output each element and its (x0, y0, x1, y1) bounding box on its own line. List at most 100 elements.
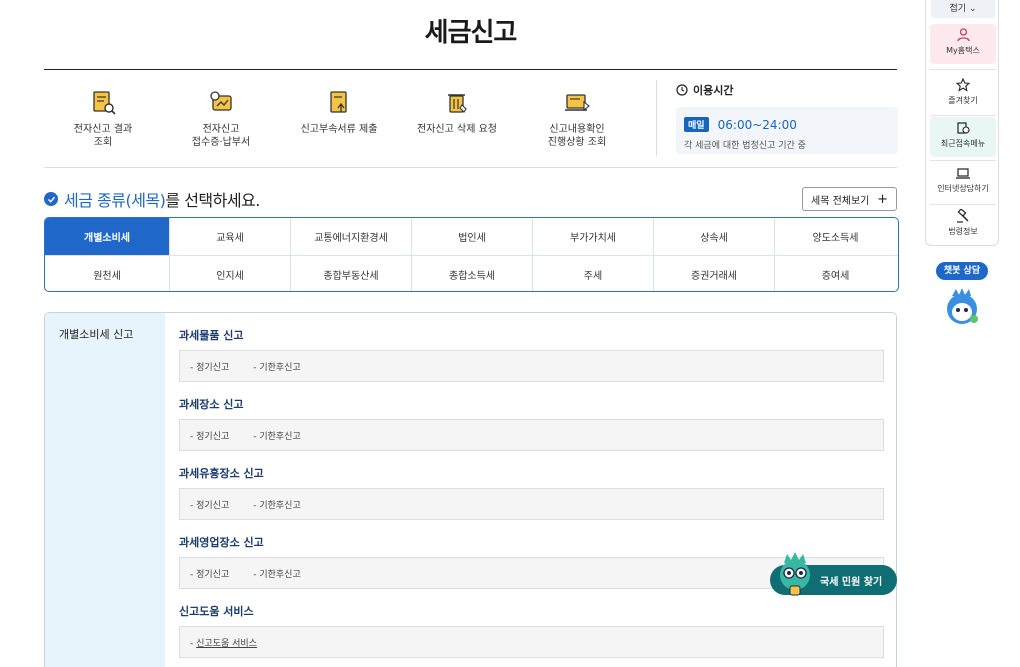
favorites-link[interactable]: 즐겨찾기 (930, 74, 996, 114)
filing-link-label: 정기신고 (196, 362, 230, 373)
quick-item-attach[interactable]: 신고부속서류 제출 (280, 88, 398, 136)
tab-row2-4[interactable]: 주세 (532, 256, 653, 291)
tax-filing-panel: 개별소비세 신고 과세물품 신고 - 정기신고 - 기한후신고 과세장소 신고 - 정기… (44, 312, 897, 667)
tab-row2-5[interactable]: 증권거래세 (653, 256, 774, 291)
filing-link[interactable]: - 정기신고 (190, 360, 229, 373)
heading-rest: 를 선택하세요. (165, 191, 260, 210)
quick-item-label: 전자신고 삭제 요청 (417, 124, 497, 135)
filing-link-label: 정기신고 (196, 569, 230, 580)
recent-menu-link[interactable]: 최근접속메뉴 (930, 117, 996, 157)
star-icon (956, 78, 970, 92)
tab-row: 원천세 인지세 종합부동산세 종합소득세 주세 증권거래세 증여세 (45, 255, 898, 291)
panel-side-label: 개별소비세 신고 (45, 313, 165, 667)
filing-link-label: 정기신고 (196, 500, 230, 511)
filing-group-links: - 정기신고 - 기한후신고 (179, 488, 884, 520)
check-circle-icon (44, 192, 58, 206)
filing-link[interactable]: - 신고도움 서비스 (190, 636, 257, 649)
page-title: 세금신고 (424, 18, 518, 48)
tab-row1-2[interactable]: 교통에너지환경세 (290, 218, 411, 255)
quick-item-label: 전자신고 접수증·납부서 (191, 124, 251, 148)
plus-icon: + (877, 191, 888, 207)
filing-group-title: 과세유흥장소 신고 (179, 467, 264, 480)
tab-row2-2[interactable]: 종합부동산세 (290, 256, 411, 291)
chatbot-button[interactable]: 챗봇 상담 (936, 262, 988, 332)
page: 세금신고 전자신고 결과 조회 전자신고 접수증·납부서 신고부속서류 제출 전… (0, 0, 1020, 667)
filing-link-label: 기한후신고 (259, 362, 301, 373)
tab-row1-5[interactable]: 상속세 (653, 218, 774, 255)
filing-link[interactable]: - 정기신고 (190, 567, 229, 580)
filing-link-label: 신고도움 서비스 (196, 638, 257, 649)
find-tax-service-label: 국세 민원 찾기 (820, 577, 883, 588)
filing-group-title: 과세영업장소 신고 (179, 536, 264, 549)
filing-link[interactable]: - 기한후신고 (253, 498, 301, 511)
chevron-down-icon: ⌄ (968, 4, 977, 14)
quick-item-label: 전자신고 결과 조회 (73, 124, 133, 148)
quick-menu: 전자신고 결과 조회 전자신고 접수증·납부서 신고부속서류 제출 전자신고 삭… (44, 70, 898, 168)
receipt-payment-icon (210, 91, 232, 111)
quick-item-delete[interactable]: 전자신고 삭제 요청 (398, 88, 516, 136)
laptop-check-icon (565, 94, 590, 112)
filing-group-title: 과세장소 신고 (179, 398, 244, 411)
filing-link-label: 기한후신고 (259, 569, 301, 580)
filing-link[interactable]: - 기한후신고 (253, 567, 301, 580)
mascot-icon (780, 552, 810, 596)
gavel-icon (957, 209, 969, 223)
usage-time-badge: 매일 (684, 117, 709, 132)
heading-highlight: 세금 종류(세목) (64, 191, 166, 210)
filing-link[interactable]: - 정기신고 (190, 498, 229, 511)
filing-link[interactable]: - 정기신고 (190, 429, 229, 442)
filing-link[interactable]: - 기한후신고 (253, 429, 301, 442)
filing-link-label: 정기신고 (196, 431, 230, 442)
tab-row2-0[interactable]: 원천세 (45, 256, 169, 291)
quick-item-label: 신고부속서류 제출 (300, 124, 378, 135)
filing-group-links: - 신고도움 서비스 (179, 626, 884, 658)
quick-item-progress[interactable]: 신고내용확인 진행상황 조회 (518, 88, 636, 149)
view-all-tax-button[interactable]: 세목 전체보기 + (802, 187, 897, 211)
filing-link-label: 기한후신고 (259, 431, 301, 442)
tab-row2-3[interactable]: 종합소득세 (411, 256, 532, 291)
law-info-label: 법령정보 (948, 227, 978, 236)
fold-label: 접기 (949, 4, 967, 14)
document-upload-icon (330, 91, 347, 113)
quick-item-receipt[interactable]: 전자신고 접수증·납부서 (162, 88, 280, 149)
tab-row1-1[interactable]: 교육세 (169, 218, 290, 255)
law-info-link[interactable]: 법령정보 (930, 205, 996, 245)
usage-time-desc: 각 세금에 대한 법정신고 기간 중 (684, 141, 806, 151)
laptop-chat-icon (956, 168, 970, 179)
my-hometax-link[interactable]: My홈택스 (930, 24, 996, 64)
usage-time-heading: 이용시간 (676, 82, 898, 98)
favorites-label: 즐겨찾기 (948, 96, 978, 105)
online-consult-link[interactable]: 인터넷상담하기 (930, 163, 996, 203)
filing-link[interactable]: - 기한후신고 (253, 360, 301, 373)
recent-document-icon (957, 122, 970, 134)
select-tax-heading: 세금 종류(세목)를 선택하세요. (44, 187, 260, 211)
usage-time-box: 매일 06:00~24:00 각 세금에 대한 법정신고 기간 중 (676, 107, 898, 154)
person-icon (956, 28, 970, 42)
usage-time-hours: 06:00~24:00 (717, 117, 797, 132)
divider (930, 160, 996, 161)
tab-row2-6[interactable]: 증여세 (774, 256, 896, 291)
quick-item-label: 신고내용확인 진행상황 조회 (547, 124, 607, 148)
tab-row1-0[interactable]: 개별소비세 (45, 218, 169, 255)
recent-menu-label: 최근접속메뉴 (940, 139, 986, 148)
document-search-icon (93, 91, 116, 115)
tab-row1-6[interactable]: 양도소득세 (774, 218, 896, 255)
divider (930, 69, 996, 70)
right-quick-bar: 접기 ⌄ My홈택스 즐겨찾기 최근접속메뉴 인터넷상담하기 법령정보 (925, 0, 999, 246)
tab-row1-4[interactable]: 부가가치세 (532, 218, 653, 255)
filing-group-title: 과세물품 신고 (179, 329, 244, 342)
trash-request-icon (448, 94, 467, 113)
usage-time-title: 이용시간 (693, 84, 734, 97)
filing-link-label: 기한후신고 (259, 500, 301, 511)
filing-group-title: 신고도움 서비스 (179, 605, 254, 618)
chatbot-label: 챗봇 상담 (936, 262, 988, 280)
tab-row: 개별소비세 교육세 교통에너지환경세 법인세 부가가치세 상속세 양도소득세 (45, 218, 898, 255)
divider (930, 115, 996, 116)
online-consult-label: 인터넷상담하기 (937, 184, 989, 193)
tab-row1-3[interactable]: 법인세 (411, 218, 532, 255)
quick-item-result[interactable]: 전자신고 결과 조회 (44, 88, 162, 149)
tab-row2-1[interactable]: 인지세 (169, 256, 290, 291)
fold-button[interactable]: 접기 ⌄ (931, 0, 995, 18)
usage-time: 이용시간 매일 06:00~24:00 각 세금에 대한 법정신고 기간 중 (676, 82, 898, 154)
filing-group-links: - 정기신고 - 기한후신고 (179, 350, 884, 382)
